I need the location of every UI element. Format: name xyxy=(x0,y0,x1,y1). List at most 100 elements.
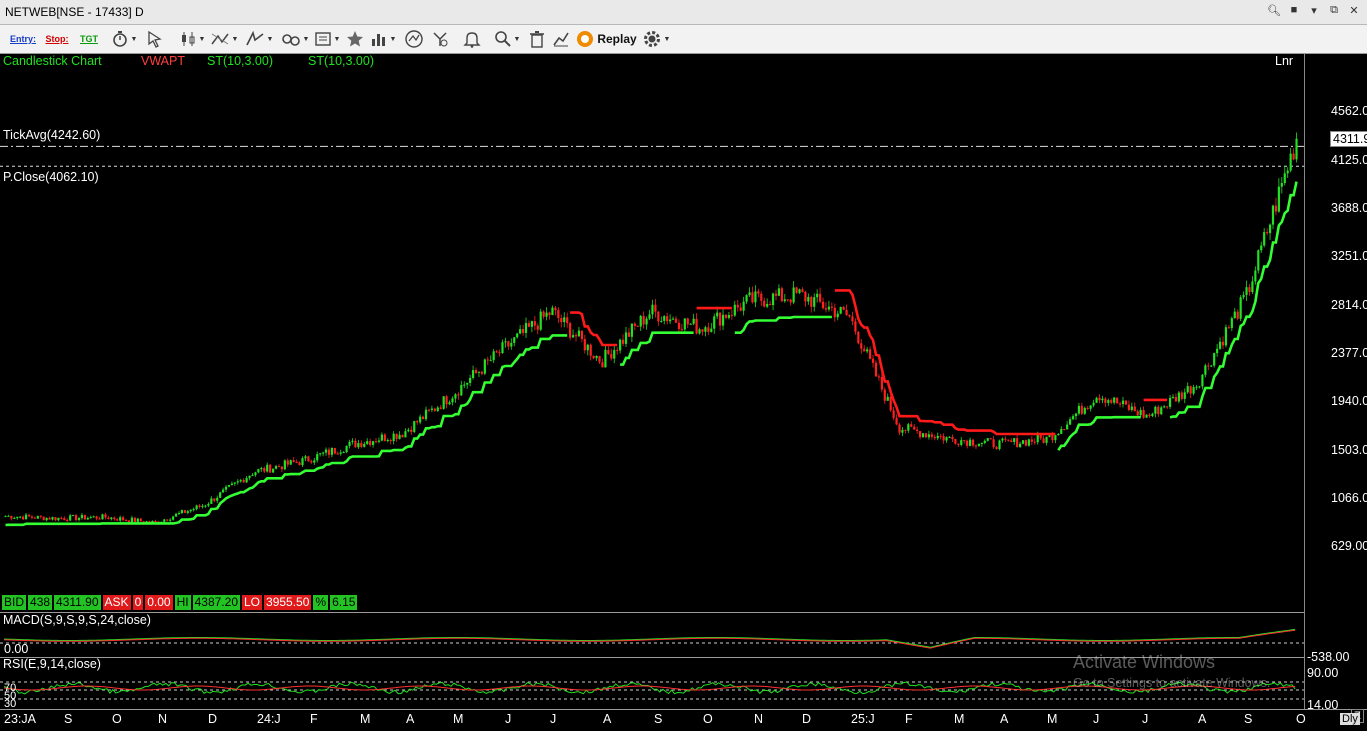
candle-body xyxy=(483,359,486,374)
candle-body xyxy=(1236,311,1239,319)
candle-body xyxy=(977,443,981,446)
dropdown-icon[interactable]: ▾ xyxy=(1307,4,1321,17)
candle-body xyxy=(954,439,957,444)
scanner-icon[interactable] xyxy=(402,28,426,50)
strategy-icon[interactable] xyxy=(428,28,452,50)
candle-body xyxy=(1151,413,1154,417)
vwapt-label[interactable]: VWAPT xyxy=(141,54,185,68)
entry-button[interactable]: Entry: xyxy=(8,28,38,50)
candle-body xyxy=(195,505,198,510)
candle-body xyxy=(748,292,751,296)
replay-button[interactable]: Replay xyxy=(576,28,638,50)
panel-divider-macd[interactable] xyxy=(0,612,1304,613)
candle-body xyxy=(654,304,657,312)
candle-body xyxy=(742,301,745,311)
time-axis-tick: M xyxy=(360,712,371,726)
indicators-icon[interactable]: ▼ xyxy=(368,28,398,50)
candle-body xyxy=(1204,365,1207,375)
candle-body xyxy=(577,330,581,337)
candle-body xyxy=(1163,406,1166,408)
candle-body xyxy=(254,472,257,476)
candle-body xyxy=(724,314,728,318)
candle-body xyxy=(339,452,342,454)
price-tick: 2377.00 xyxy=(1331,346,1367,360)
candle-body xyxy=(330,447,334,455)
bid-qty: 438 xyxy=(28,595,53,610)
candle-type-icon[interactable]: ▼ xyxy=(176,28,208,50)
candle-body xyxy=(454,394,457,399)
candle-body xyxy=(727,315,731,318)
replay-label: Replay xyxy=(597,32,637,46)
candle-body xyxy=(1074,413,1078,417)
target-button[interactable]: TGT xyxy=(76,28,102,50)
candle-body xyxy=(380,434,384,441)
template-icon[interactable]: ▼ xyxy=(312,28,342,50)
stop-button[interactable]: Stop: xyxy=(42,28,72,50)
candle-body xyxy=(230,483,234,486)
delete-icon[interactable] xyxy=(526,28,548,50)
supertrend-label-1[interactable]: ST(10,3.00) xyxy=(207,54,273,68)
drawing-tools-icon[interactable]: ▼ xyxy=(208,28,240,50)
candle-body xyxy=(377,440,381,442)
candle-body xyxy=(169,519,172,521)
candle-body xyxy=(327,449,331,455)
candle-body xyxy=(433,408,436,411)
candle-body xyxy=(430,408,434,410)
candle-body xyxy=(816,293,819,298)
window-title: NETWEB[NSE - 17433] D xyxy=(5,5,144,19)
candle-body xyxy=(807,296,810,302)
candle-body xyxy=(842,307,845,310)
macd-axis-min: -538.00 xyxy=(1307,650,1350,664)
candle-body xyxy=(883,389,886,401)
candle-body xyxy=(60,517,63,519)
candle-body xyxy=(292,460,295,463)
compare-icon[interactable] xyxy=(550,28,572,50)
candle-body xyxy=(1004,438,1007,440)
candle-body xyxy=(686,318,689,325)
line-tool-icon[interactable]: ▼ xyxy=(242,28,276,50)
zoom-icon[interactable]: ▼ xyxy=(490,28,524,50)
candle-body xyxy=(489,360,492,362)
candle-body xyxy=(860,343,863,349)
candle-body xyxy=(663,316,666,321)
candle-body xyxy=(798,289,801,293)
candle-body xyxy=(498,352,501,354)
favorite-star-icon[interactable] xyxy=(344,28,366,50)
cursor-icon[interactable] xyxy=(144,28,166,50)
time-axis[interactable]: 23:JASOND24:JFMAMJJASOND25:JFMAMJJASO Z … xyxy=(0,709,1367,731)
link-icon[interactable]: ▼ xyxy=(278,28,312,50)
candle-body xyxy=(824,308,828,310)
rsi-label[interactable]: RSI(E,9,14,close) xyxy=(3,657,101,671)
macd-label[interactable]: MACD(S,9,S,9,S,24,close) xyxy=(3,613,151,627)
candle-body xyxy=(1263,232,1266,246)
time-axis-tick: S xyxy=(1244,712,1253,726)
percent-label: % xyxy=(313,595,329,610)
price-chart-panel[interactable] xyxy=(0,54,1304,709)
chart-type-label[interactable]: Candlestick Chart xyxy=(3,54,102,68)
alert-bell-icon[interactable] xyxy=(460,28,484,50)
search-icon[interactable]: 🔍︎ xyxy=(1267,4,1281,17)
period-selector[interactable]: Dly xyxy=(1340,713,1360,725)
user-icon[interactable]: ■ xyxy=(1287,4,1301,17)
candle-body xyxy=(745,295,748,302)
candle-body xyxy=(1092,402,1095,406)
candle-body xyxy=(413,421,416,432)
timer-icon[interactable]: ▼ xyxy=(108,28,140,50)
candle-body xyxy=(183,510,186,513)
bid-price: 4311.90 xyxy=(54,595,101,610)
candle-body xyxy=(24,514,28,520)
candle-body xyxy=(530,321,533,327)
candle-body xyxy=(1289,153,1292,171)
last-price-marker: 4311.90 xyxy=(1330,131,1367,147)
supertrend-label-2[interactable]: ST(10,3.00) xyxy=(308,54,374,68)
candle-body xyxy=(560,318,563,323)
close-icon[interactable]: ✕ xyxy=(1347,4,1361,17)
scale-mode-label[interactable]: Lnr xyxy=(1275,54,1293,68)
candle-body xyxy=(845,309,848,316)
settings-gear-icon[interactable]: ▼ xyxy=(640,28,672,50)
price-chart[interactable] xyxy=(0,54,1304,709)
candle-body xyxy=(136,518,139,522)
candle-body xyxy=(716,312,719,317)
candle-body xyxy=(1180,392,1183,399)
restore-icon[interactable]: ⧉ xyxy=(1327,4,1341,17)
